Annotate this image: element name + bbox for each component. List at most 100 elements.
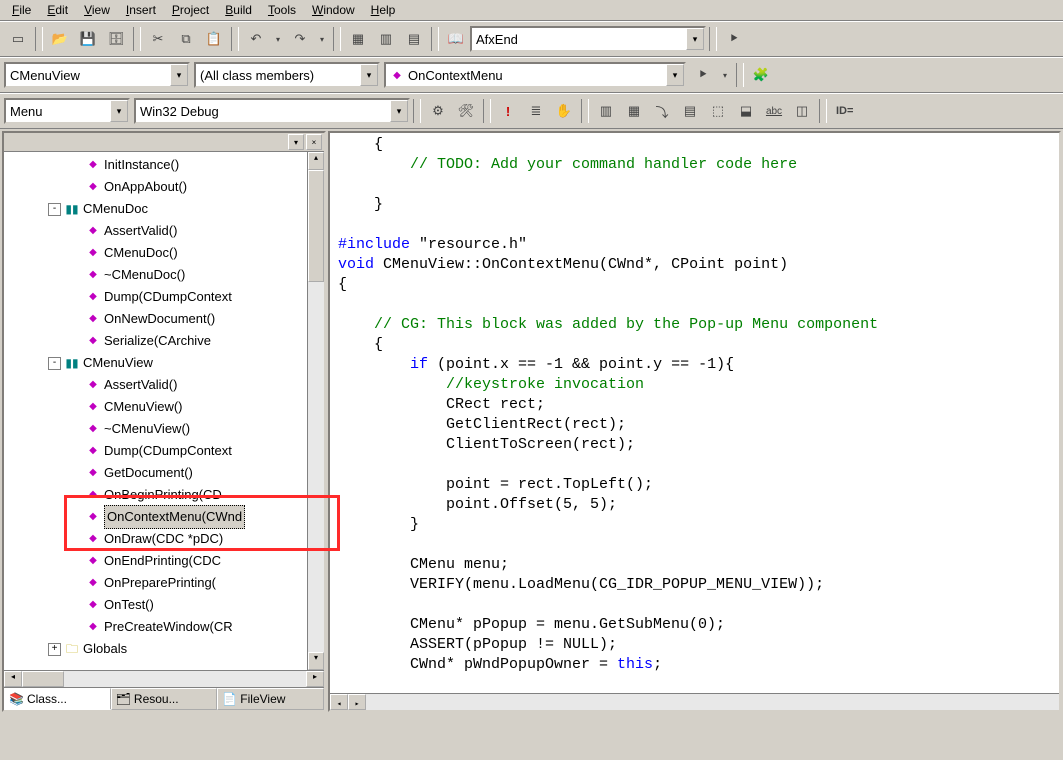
- tree-item[interactable]: ◆OnAppAbout(): [4, 176, 307, 198]
- menu-edit[interactable]: Edit: [39, 1, 76, 19]
- tree-item[interactable]: ◆PreCreateWindow(CR: [4, 616, 307, 638]
- cut-button[interactable]: ✂: [145, 26, 171, 52]
- paste-button[interactable]: 📋: [201, 26, 227, 52]
- tree-item[interactable]: ◆OnTest(): [4, 594, 307, 616]
- tree-vertical-scrollbar[interactable]: ▴ ▾: [307, 152, 324, 670]
- class-tree[interactable]: ◆InitInstance()◆OnAppAbout()-▮▮CMenuDoc◆…: [4, 152, 307, 670]
- filter-combo[interactable]: (All class members) ▾: [194, 62, 380, 88]
- scroll-down-icon[interactable]: ▾: [308, 652, 324, 670]
- debug-window-8-button[interactable]: ◫: [789, 98, 815, 124]
- tree-item[interactable]: ◆AssertValid(): [4, 374, 307, 396]
- code-line[interactable]: [338, 175, 1051, 195]
- tree-item[interactable]: ◆OnDraw(CDC *pDC): [4, 528, 307, 550]
- code-line[interactable]: [338, 455, 1051, 475]
- debug-window-3-button[interactable]: ⤵: [649, 98, 675, 124]
- window-tile-button[interactable]: ▦: [345, 26, 371, 52]
- code-line[interactable]: [338, 295, 1051, 315]
- scroll-thumb[interactable]: [308, 170, 324, 282]
- tree-item[interactable]: +🗀Globals: [4, 638, 307, 660]
- tree-item[interactable]: ◆InitInstance(): [4, 154, 307, 176]
- debug-window-4-button[interactable]: ▤: [677, 98, 703, 124]
- active-project-combo[interactable]: Menu ▾: [4, 98, 130, 124]
- debug-window-5-button[interactable]: ⬚: [705, 98, 731, 124]
- tree-item[interactable]: ◆OnContextMenu(CWnd: [4, 506, 307, 528]
- dropdown-arrow-icon[interactable]: ▾: [110, 100, 128, 122]
- go-button[interactable]: ⯈: [721, 26, 747, 52]
- id-button[interactable]: ID=: [831, 98, 858, 124]
- code-line[interactable]: // CG: This block was added by the Pop-u…: [338, 315, 1051, 335]
- menu-build[interactable]: Build: [217, 1, 260, 19]
- menu-file[interactable]: File: [4, 1, 39, 19]
- stop-build-button[interactable]: !: [495, 98, 521, 124]
- menu-view[interactable]: View: [76, 1, 118, 19]
- break-button[interactable]: ✋: [551, 98, 577, 124]
- scroll-right-icon[interactable]: ▸: [306, 671, 324, 687]
- debug-window-2-button[interactable]: ▦: [621, 98, 647, 124]
- debug-window-6-button[interactable]: ⬓: [733, 98, 759, 124]
- dropdown-arrow-icon[interactable]: ▾: [666, 64, 684, 86]
- redo-dropdown-icon[interactable]: ▾: [315, 26, 329, 52]
- code-line[interactable]: void CMenuView::OnContextMenu(CWnd*, CPo…: [338, 255, 1051, 275]
- debug-window-7-button[interactable]: abc: [761, 98, 787, 124]
- code-line[interactable]: [338, 215, 1051, 235]
- tree-item[interactable]: ◆OnNewDocument(): [4, 308, 307, 330]
- tree-item[interactable]: ◆GetDocument(): [4, 462, 307, 484]
- tree-item[interactable]: ◆Dump(CDumpContext: [4, 286, 307, 308]
- menu-insert[interactable]: Insert: [118, 1, 164, 19]
- code-line[interactable]: }: [338, 515, 1051, 535]
- tree-horizontal-scrollbar[interactable]: ◂ ▸: [4, 670, 324, 687]
- code-content[interactable]: { // TODO: Add your command handler code…: [330, 133, 1059, 712]
- copy-button[interactable]: ⧉: [173, 26, 199, 52]
- window-cascade-button[interactable]: ▥: [373, 26, 399, 52]
- tree-item[interactable]: -▮▮CMenuDoc: [4, 198, 307, 220]
- code-line[interactable]: [338, 675, 1051, 695]
- tree-item[interactable]: -▮▮CMenuView: [4, 352, 307, 374]
- redo-button[interactable]: ↷: [287, 26, 313, 52]
- editor-horizontal-scrollbar[interactable]: ◂ ▸: [330, 693, 1059, 710]
- dropdown-arrow-icon[interactable]: ▾: [686, 28, 704, 50]
- scroll-left-icon[interactable]: ◂: [330, 694, 348, 710]
- workspace-tab[interactable]: 📚Class...: [4, 688, 111, 710]
- tree-expand-icon[interactable]: -: [48, 203, 61, 216]
- pane-close-icon[interactable]: ×: [306, 134, 322, 150]
- menu-tools[interactable]: Tools: [260, 1, 304, 19]
- tree-item[interactable]: ◆Dump(CDumpContext: [4, 440, 307, 462]
- wizard-action-button[interactable]: ⯈: [690, 62, 716, 88]
- member-combo[interactable]: ◆ OnContextMenu ▾: [384, 62, 686, 88]
- code-line[interactable]: CRect rect;: [338, 395, 1051, 415]
- open-button[interactable]: 📂: [47, 26, 73, 52]
- code-line[interactable]: CMenu* pPopup = menu.GetSubMenu(0);: [338, 615, 1051, 635]
- code-line[interactable]: point = rect.TopLeft();: [338, 475, 1051, 495]
- code-line[interactable]: {: [338, 275, 1051, 295]
- tree-item[interactable]: ◆CMenuView(): [4, 396, 307, 418]
- dropdown-arrow-icon[interactable]: ▾: [360, 64, 378, 86]
- tree-item[interactable]: ◆AssertValid(): [4, 220, 307, 242]
- save-all-button[interactable]: 🗄: [103, 26, 129, 52]
- classwizard-button[interactable]: 🧩: [748, 62, 774, 88]
- pane-menu-icon[interactable]: ▾: [288, 134, 304, 150]
- undo-button[interactable]: ↶: [243, 26, 269, 52]
- scroll-up-icon[interactable]: ▴: [308, 152, 324, 170]
- tree-item[interactable]: ◆~CMenuView(): [4, 418, 307, 440]
- code-line[interactable]: }: [338, 195, 1051, 215]
- menu-window[interactable]: Window: [304, 1, 363, 19]
- menu-help[interactable]: Help: [363, 1, 404, 19]
- tree-item[interactable]: ◆CMenuDoc(): [4, 242, 307, 264]
- tree-item[interactable]: ◆OnPreparePrinting(: [4, 572, 307, 594]
- tree-item[interactable]: ◆Serialize(CArchive: [4, 330, 307, 352]
- debug-window-1-button[interactable]: ▥: [593, 98, 619, 124]
- code-line[interactable]: CMenu menu;: [338, 555, 1051, 575]
- code-line[interactable]: {: [338, 135, 1051, 155]
- execute-button[interactable]: ≣: [523, 98, 549, 124]
- code-line[interactable]: ClientToScreen(rect);: [338, 435, 1051, 455]
- code-line[interactable]: point.Offset(5, 5);: [338, 495, 1051, 515]
- dropdown-arrow-icon[interactable]: ▾: [170, 64, 188, 86]
- build-button[interactable]: 🛠: [453, 98, 479, 124]
- code-line[interactable]: if (point.x == -1 && point.y == -1){: [338, 355, 1051, 375]
- code-line[interactable]: //keystroke invocation: [338, 375, 1051, 395]
- tree-item[interactable]: ◆OnBeginPrinting(CD: [4, 484, 307, 506]
- scroll-left-icon[interactable]: ◂: [4, 671, 22, 687]
- tree-item[interactable]: ◆OnEndPrinting(CDC: [4, 550, 307, 572]
- function-combo[interactable]: AfxEnd ▾: [470, 26, 706, 52]
- scroll-right-icon[interactable]: ▸: [348, 694, 366, 710]
